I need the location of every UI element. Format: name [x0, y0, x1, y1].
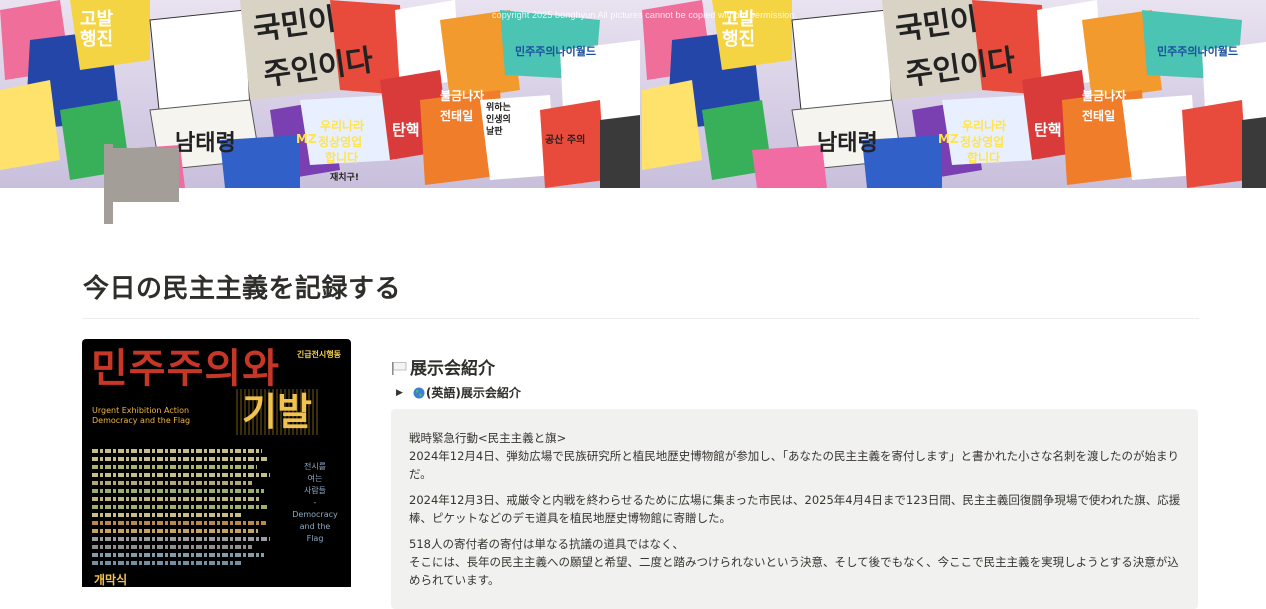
callout-paragraph-2: 2024年12月3日、戒厳令と内戦を終わらせるために広場に集まった市民は、202…	[409, 493, 1181, 525]
cover-image: 국민이 주인이다 남태령 우리나라 정상영업 합니다 민주주의나이월드 탄핵 M…	[0, 0, 1266, 188]
svg-text:합니다: 합니다	[325, 150, 358, 165]
toggle-label: (英語)展示会紹介	[425, 386, 521, 400]
svg-text:탄핵: 탄핵	[392, 121, 420, 139]
svg-text:MZ: MZ	[938, 132, 959, 146]
svg-text:행진: 행진	[80, 29, 113, 50]
cover-copyright-caption: copyright 2025 bonghyun All pictures can…	[492, 10, 797, 20]
poster-side-text: 전시를 여는 사람들 - Democracy and the Flag	[292, 462, 338, 543]
svg-text:정상영업: 정상영업	[318, 134, 362, 149]
svg-text:날판: 날판	[486, 125, 503, 137]
poster-tag: 긴급전시행동	[296, 350, 341, 359]
section-heading[interactable]: 展示会紹介	[391, 354, 495, 379]
callout-paragraph-1: 戦時緊急行動<民主主義と旗> 2024年12月4日、弾劾広場で民族研究所と植民地…	[409, 429, 1182, 483]
svg-text:탄핵: 탄핵	[1034, 121, 1062, 139]
svg-text:공산 주의: 공산 주의	[545, 133, 585, 146]
exhibition-poster-image: 민주주의와 긴급전시행동 기발 Urgent Exhibition Action…	[82, 339, 351, 587]
callout-p3-line1: 518人の寄付者の寄付は単なる抗議の道具ではなく、	[409, 537, 684, 551]
svg-text:불금나자: 불금나자	[1082, 88, 1126, 103]
svg-text:고발: 고발	[80, 9, 114, 30]
toggle-arrow-icon[interactable]: ▶	[396, 388, 403, 398]
poster-text-block	[92, 449, 272, 579]
callout-paragraph-3: 518人の寄付者の寄付は単なる抗議の道具ではなく、 そこには、長年の民主主義への…	[409, 535, 1182, 589]
title-divider	[83, 318, 1199, 319]
poster-title-yellow: 기발	[236, 389, 318, 435]
svg-text:남태령: 남태령	[175, 131, 236, 156]
callout-p3-line2: そこには、長年の民主主義への願望と希望、二度と踏みつけられないという決意、そして…	[409, 555, 1179, 587]
svg-text:우리나라: 우리나라	[320, 118, 364, 133]
svg-text:재치구!: 재치구!	[330, 171, 359, 183]
svg-text:위하는: 위하는	[486, 101, 511, 113]
svg-text:불금나자: 불금나자	[440, 88, 484, 103]
svg-text:남태령: 남태령	[817, 131, 878, 156]
white-flag-icon	[391, 360, 408, 375]
svg-text:민주주의나이월드: 민주주의나이월드	[515, 44, 596, 58]
cover-artwork: 국민이 주인이다 남태령 우리나라 정상영업 합니다 민주주의나이월드 탄핵 M…	[0, 0, 1266, 188]
svg-text:합니다: 합니다	[967, 150, 1000, 165]
svg-text:전태일: 전태일	[440, 108, 473, 123]
flag-icon[interactable]	[102, 144, 182, 224]
callout-p1-line2: 2024年12月4日、弾劾広場で民族研究所と植民地歴史博物館が参加し、「あなたの…	[409, 449, 1179, 481]
svg-text:행진: 행진	[722, 29, 755, 50]
callout-p1-line1: 戦時緊急行動<民主主義と旗>	[409, 431, 567, 445]
section-heading-text: 展示会紹介	[410, 359, 495, 379]
svg-text:우리나라: 우리나라	[962, 118, 1006, 133]
svg-text:정상영업: 정상영업	[960, 134, 1004, 149]
svg-text:MZ: MZ	[296, 132, 317, 146]
poster-bottom-text: 개막식	[94, 573, 128, 587]
poster-subtitle: Urgent Exhibition Action Democracy and t…	[92, 406, 191, 425]
page-title[interactable]: 今日の民主主義を記録する	[83, 268, 401, 305]
svg-text:전태일: 전태일	[1082, 108, 1115, 123]
intro-callout: 戦時緊急行動<民主主義と旗> 2024年12月4日、弾劾広場で民族研究所と植民地…	[391, 409, 1198, 609]
poster-title-red: 민주주의와	[91, 345, 280, 393]
english-intro-toggle[interactable]: ▶ (英語)展示会紹介	[396, 384, 521, 401]
globe-icon	[413, 387, 425, 398]
svg-text:민주주의나이월드: 민주주의나이월드	[1157, 44, 1238, 58]
svg-text:인생의: 인생의	[486, 113, 511, 125]
